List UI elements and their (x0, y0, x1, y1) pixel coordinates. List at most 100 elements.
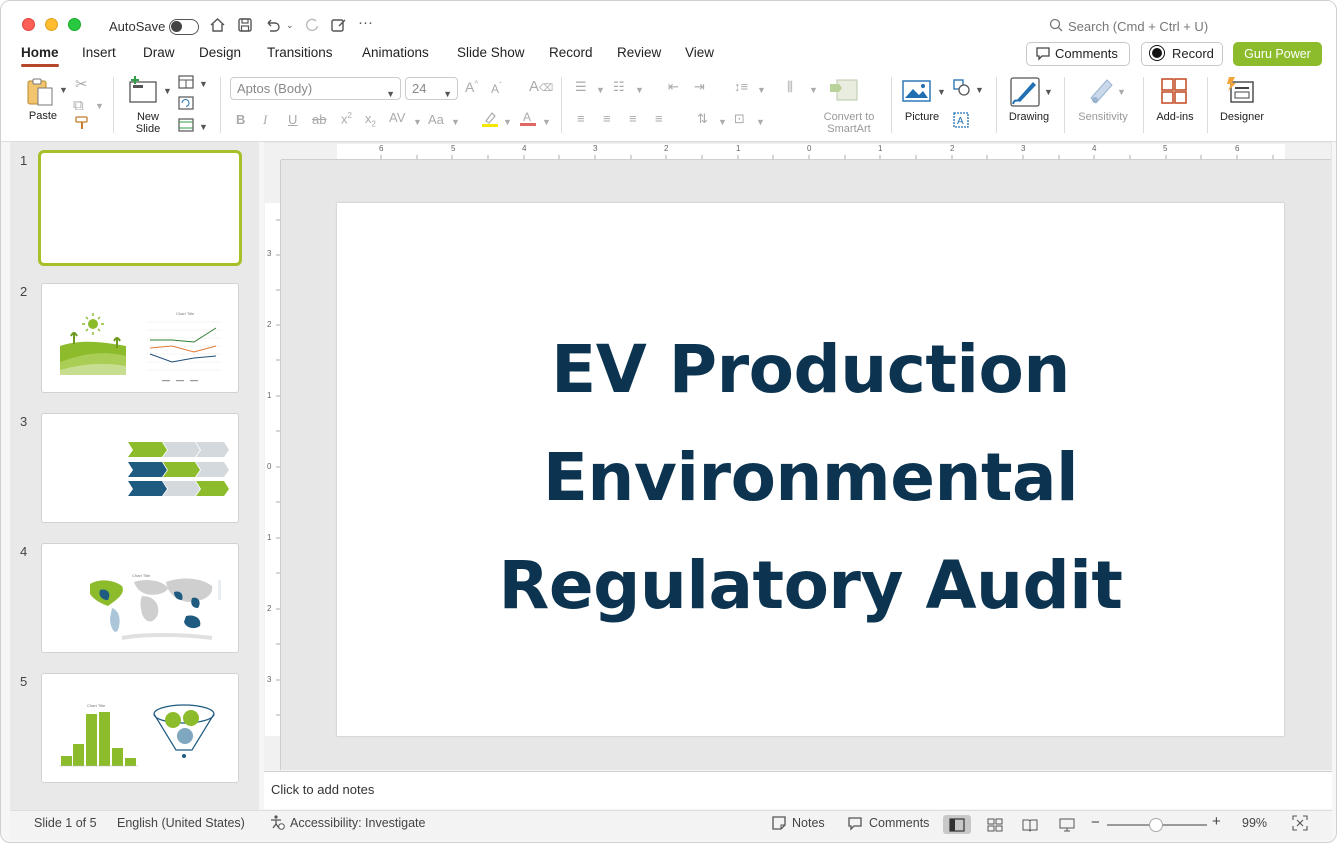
change-case-dropdown-icon[interactable]: ▼ (451, 117, 460, 127)
slide-thumbnail-1[interactable] (38, 150, 242, 266)
accessibility-status[interactable]: Accessibility: Investigate (290, 816, 425, 830)
bold-icon[interactable]: B (236, 112, 245, 127)
zoom-slider-thumb[interactable] (1149, 818, 1163, 832)
slide-sorter-button[interactable] (981, 815, 1009, 834)
change-case-icon[interactable]: Aa (428, 112, 444, 127)
paste-dropdown-icon[interactable]: ▼ (59, 85, 68, 95)
new-slide-dropdown-icon[interactable]: ▼ (163, 86, 172, 96)
align-right-icon[interactable]: ≡ (629, 111, 637, 126)
slide-thumbnail-2[interactable]: Chart Title (41, 283, 239, 393)
subscript-icon[interactable]: x2 (365, 111, 376, 129)
record-button[interactable]: Record (1141, 42, 1223, 66)
increase-font-size-icon[interactable]: A^ (465, 79, 478, 95)
bullets-icon[interactable]: ☰ (575, 79, 587, 95)
zoom-out-icon[interactable]: − (1091, 814, 1100, 831)
maximize-window-button[interactable] (68, 18, 81, 31)
tab-record[interactable]: Record (549, 45, 593, 60)
shapes-icon[interactable] (953, 79, 971, 101)
picture-dropdown-icon[interactable]: ▼ (937, 87, 946, 97)
sensitivity-icon[interactable] (1087, 76, 1115, 110)
increase-indent-icon[interactable]: ⇥ (694, 79, 705, 95)
language-indicator[interactable]: English (United States) (117, 816, 245, 830)
slide-thumbnail-4[interactable]: Chart Title (41, 543, 239, 653)
font-name-select[interactable]: Aptos (Body) ▼ (230, 77, 401, 100)
shapes-dropdown-icon[interactable]: ▼ (975, 85, 984, 95)
strikethrough-icon[interactable]: ab (312, 112, 326, 127)
normal-view-button[interactable] (943, 815, 971, 834)
columns-dropdown-icon[interactable]: ▼ (809, 85, 818, 95)
highlight-color-icon[interactable] (481, 110, 499, 132)
section-dropdown-icon[interactable]: ▼ (199, 122, 208, 132)
notes-icon[interactable] (771, 815, 787, 834)
align-text-icon[interactable]: ⊡ (734, 111, 745, 127)
columns-icon[interactable]: ⫼ (787, 79, 793, 95)
font-color-dropdown-icon[interactable]: ▼ (542, 117, 551, 127)
align-left-icon[interactable]: ≡ (577, 111, 585, 126)
zoom-in-icon[interactable]: + (1212, 813, 1221, 830)
align-text-dropdown-icon[interactable]: ▼ (756, 117, 765, 127)
copy-dropdown-icon[interactable]: ▼ (95, 101, 104, 111)
text-box-icon[interactable]: A (953, 112, 969, 132)
close-window-button[interactable] (22, 18, 35, 31)
fit-to-window-icon[interactable] (1292, 815, 1308, 834)
convert-to-smartart-icon[interactable] (829, 77, 859, 107)
tab-insert[interactable]: Insert (82, 45, 116, 60)
tab-transitions[interactable]: Transitions (267, 45, 333, 60)
comments-toggle[interactable]: Comments (869, 816, 929, 830)
reading-view-button[interactable] (1016, 815, 1044, 834)
superscript-icon[interactable]: x2 (341, 111, 352, 126)
horizontal-ruler[interactable]: 6 5 4 3 2 1 0 1 2 3 4 5 6 (281, 143, 1331, 160)
format-painter-icon[interactable] (74, 116, 90, 134)
align-center-icon[interactable]: ≡ (603, 111, 611, 126)
search-input[interactable]: Search (Cmd + Ctrl + U) (1068, 19, 1208, 34)
autosave-toggle[interactable] (169, 19, 199, 35)
current-slide[interactable]: EV Production Environmental Regulatory A… (337, 203, 1284, 736)
notes-pane[interactable]: Click to add notes (264, 771, 1332, 809)
font-size-select[interactable]: 24 ▼ (405, 77, 458, 100)
tab-draw[interactable]: Draw (143, 45, 175, 60)
numbering-icon[interactable]: ☷ (613, 79, 625, 95)
justify-icon[interactable]: ≡ (655, 111, 663, 126)
guru-power-button[interactable]: Guru Power (1233, 42, 1322, 66)
reset-icon[interactable] (178, 96, 194, 114)
bullets-dropdown-icon[interactable]: ▼ (596, 85, 605, 95)
sensitivity-dropdown-icon[interactable]: ▼ (1117, 87, 1126, 97)
layout-dropdown-icon[interactable]: ▼ (199, 79, 208, 89)
save-icon[interactable] (237, 17, 253, 37)
designer-icon[interactable] (1225, 75, 1257, 109)
decrease-indent-icon[interactable]: ⇤ (668, 79, 679, 95)
accessibility-icon[interactable] (269, 814, 285, 833)
comment-icon[interactable] (847, 815, 863, 834)
drawing-icon[interactable] (1009, 76, 1041, 112)
cut-icon[interactable]: ✂ (75, 75, 88, 93)
layout-icon[interactable] (178, 75, 194, 93)
character-spacing-dropdown-icon[interactable]: ▼ (413, 117, 422, 127)
tab-animations[interactable]: Animations (362, 45, 429, 60)
home-icon[interactable] (209, 17, 226, 37)
decrease-font-size-icon[interactable]: Aˇ (491, 81, 502, 96)
comments-button[interactable]: Comments (1026, 42, 1130, 66)
highlight-dropdown-icon[interactable]: ▼ (503, 117, 512, 127)
character-spacing-icon[interactable]: AV (389, 110, 405, 125)
font-color-icon[interactable]: A (519, 109, 537, 131)
slide-title[interactable]: EV Production Environmental Regulatory A… (337, 316, 1284, 640)
section-icon[interactable] (178, 118, 194, 136)
slide-thumbnail-5[interactable]: Chart Title (41, 673, 239, 783)
tab-home[interactable]: Home (21, 45, 59, 60)
slide-thumbnail-3[interactable] (41, 413, 239, 523)
slide-show-button[interactable] (1053, 815, 1081, 834)
italic-icon[interactable]: I (263, 112, 267, 128)
drawing-dropdown-icon[interactable]: ▼ (1044, 87, 1053, 97)
minimize-window-button[interactable] (45, 18, 58, 31)
numbering-dropdown-icon[interactable]: ▼ (635, 85, 644, 95)
paste-icon[interactable] (25, 76, 57, 112)
picture-icon[interactable] (902, 79, 932, 107)
text-direction-icon[interactable]: ⇅ (697, 111, 708, 127)
tab-view[interactable]: View (685, 45, 714, 60)
clear-formatting-icon[interactable]: A⌫ (529, 78, 553, 95)
customize-icon[interactable] (330, 17, 347, 37)
underline-icon[interactable]: U (288, 112, 297, 127)
tab-slide-show[interactable]: Slide Show (457, 45, 525, 60)
line-spacing-icon[interactable]: ↕≡ (734, 79, 748, 94)
text-direction-dropdown-icon[interactable]: ▼ (718, 117, 727, 127)
